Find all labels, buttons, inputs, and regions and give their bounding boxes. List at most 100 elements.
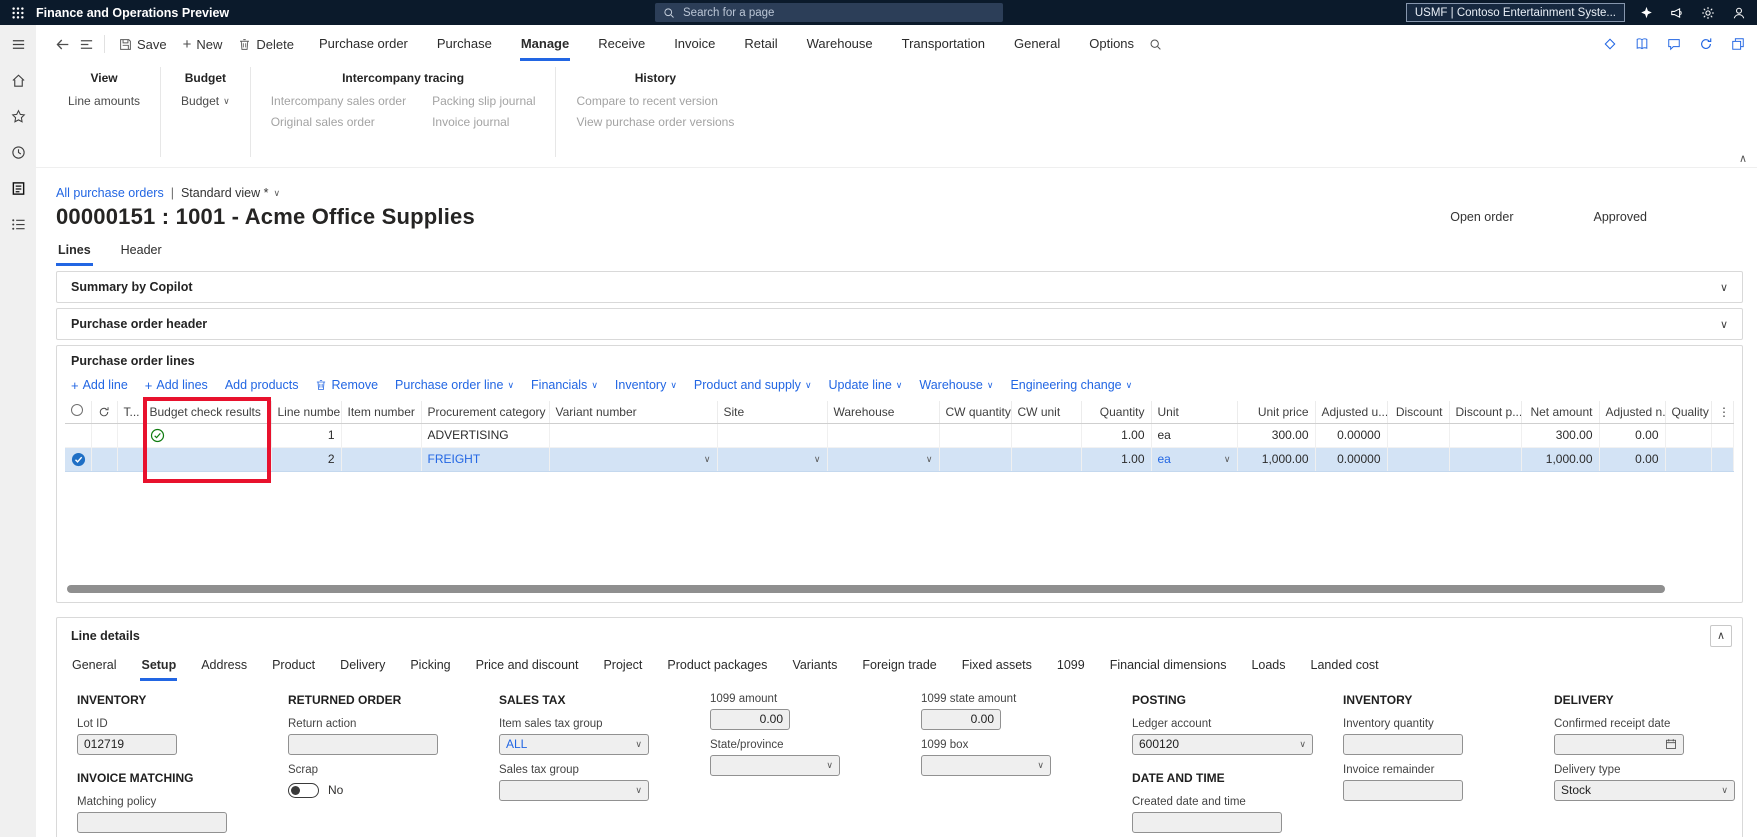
tab-setup[interactable]: Setup	[140, 653, 178, 681]
line-number-cell[interactable]: 1	[271, 423, 342, 448]
purchase-order-header-section[interactable]: Purchase order header ∨	[56, 308, 1743, 340]
quantity-cell[interactable]: 1.00	[1081, 423, 1152, 448]
refresh-column-header[interactable]	[91, 401, 118, 424]
tab-receive[interactable]: Receive	[597, 27, 646, 61]
packing-slip-journal-button[interactable]: Packing slip journal	[432, 94, 535, 108]
current-form-icon[interactable]	[7, 177, 29, 199]
ledger-account-combo[interactable]: 600120 ∨	[1132, 733, 1313, 755]
warehouse-cell[interactable]	[827, 423, 940, 448]
tab-general[interactable]: General	[71, 653, 117, 681]
procurement-category-value[interactable]: FREIGHT	[428, 452, 481, 466]
task-guide-book-icon[interactable]	[1633, 35, 1651, 53]
expand-navigation-icon[interactable]	[74, 32, 98, 56]
item-number-cell[interactable]	[341, 447, 422, 472]
unit-header[interactable]: Unit	[1151, 401, 1238, 424]
chevron-down-icon[interactable]: ∨	[1720, 281, 1728, 294]
tab-foreign-trade[interactable]: Foreign trade	[861, 653, 937, 681]
tab-financial-dimensions[interactable]: Financial dimensions	[1109, 653, 1228, 681]
tab-project[interactable]: Project	[602, 653, 643, 681]
account-icon[interactable]	[1729, 3, 1749, 23]
tab-1099[interactable]: 1099	[1056, 653, 1086, 681]
row-refresh-cell[interactable]	[91, 447, 118, 472]
horizontal-scrollbar[interactable]	[65, 584, 1734, 594]
select-all-header[interactable]	[65, 401, 92, 424]
confirmed-receipt-date-field[interactable]	[1554, 733, 1684, 755]
grid-row-1[interactable]: 1 ADVERTISING 1.00 ea 300.00 0.00000 300…	[65, 423, 1734, 448]
intercompany-sales-order-button[interactable]: Intercompany sales order	[271, 94, 406, 108]
matching-policy-field[interactable]	[77, 811, 227, 833]
tab-fixed-assets[interactable]: Fixed assets	[961, 653, 1033, 681]
discount-cell[interactable]	[1387, 447, 1450, 472]
tab-header[interactable]: Header	[119, 238, 164, 266]
chevron-down-icon[interactable]: ∨	[704, 454, 711, 464]
adjusted-net-amount-cell[interactable]: 0.00	[1599, 447, 1666, 472]
row-refresh-cell[interactable]	[91, 423, 118, 448]
budget-menu-button[interactable]: Budget ∨	[181, 94, 230, 108]
messages-chat-icon[interactable]	[1665, 35, 1683, 53]
view-purchase-order-versions-button[interactable]: View purchase order versions	[576, 115, 734, 129]
add-line-button[interactable]: + Add line	[71, 378, 128, 392]
refresh-icon[interactable]	[1697, 35, 1715, 53]
page-search-box[interactable]	[655, 3, 1003, 22]
tab-product-packages[interactable]: Product packages	[666, 653, 768, 681]
action-search-icon[interactable]	[1149, 38, 1162, 51]
row-type-cell[interactable]	[117, 423, 144, 448]
cw-unit-header[interactable]: CW unit	[1011, 401, 1082, 424]
copilot-sparkle-icon[interactable]	[1636, 3, 1656, 23]
return-action-field[interactable]	[288, 733, 438, 755]
adjusted-net-amount-header[interactable]: Adjusted n...	[1599, 401, 1666, 424]
item-number-cell[interactable]	[341, 423, 422, 448]
cw-quantity-cell[interactable]	[939, 423, 1012, 448]
discount-percent-header[interactable]: Discount p...	[1449, 401, 1522, 424]
warehouse-header[interactable]: Warehouse	[827, 401, 940, 424]
cw-unit-cell[interactable]	[1011, 423, 1082, 448]
restore-window-icon[interactable]	[1729, 35, 1747, 53]
new-button[interactable]: + New	[175, 33, 231, 56]
net-amount-cell[interactable]: 1,000.00	[1521, 447, 1600, 472]
inventory-quantity-field[interactable]	[1343, 733, 1463, 755]
tab-product[interactable]: Product	[271, 653, 316, 681]
update-line-menu[interactable]: Update line ∨	[829, 378, 903, 392]
scrap-toggle[interactable]	[288, 782, 319, 798]
item-sales-tax-group-combo[interactable]: ALL ∨	[499, 733, 649, 755]
environment-badge[interactable]: USMF | Contoso Entertainment Syste...	[1405, 3, 1625, 22]
type-column-header[interactable]: T...	[117, 401, 144, 424]
quantity-header[interactable]: Quantity	[1081, 401, 1152, 424]
procurement-category-cell[interactable]: ADVERTISING	[421, 423, 550, 448]
row-select-cell[interactable]	[65, 447, 92, 472]
cw-quantity-cell[interactable]	[939, 447, 1012, 472]
chevron-down-icon[interactable]: ∨	[926, 454, 933, 464]
settings-gear-icon[interactable]	[1698, 3, 1718, 23]
cw-unit-cell[interactable]	[1011, 447, 1082, 472]
grid-more-options-icon[interactable]: ⋮	[1711, 401, 1734, 424]
remove-button[interactable]: Remove	[315, 378, 378, 392]
site-cell[interactable]: ∨	[717, 447, 828, 472]
item-number-header[interactable]: Item number	[341, 401, 422, 424]
all-purchase-orders-link[interactable]: All purchase orders	[56, 186, 164, 200]
chevron-down-icon[interactable]: ∨	[1224, 454, 1231, 464]
tab-retail[interactable]: Retail	[743, 27, 778, 61]
quality-order-status-header[interactable]: Quality order sta...	[1665, 401, 1712, 424]
financials-menu[interactable]: Financials ∨	[531, 378, 598, 392]
grid-row-2-selected[interactable]: 2 FREIGHT ∨ ∨ ∨ 1.00 ea ∨ 1,000.00 0.000…	[65, 447, 1734, 472]
unit-price-cell[interactable]: 300.00	[1237, 423, 1316, 448]
chevron-down-icon[interactable]: ∨	[814, 454, 821, 464]
collapse-chevron-up-icon[interactable]: ∧	[1710, 624, 1732, 647]
budget-check-cell[interactable]	[143, 447, 272, 472]
original-sales-order-button[interactable]: Original sales order	[271, 115, 406, 129]
engineering-change-menu[interactable]: Engineering change ∨	[1010, 378, 1132, 392]
search-input[interactable]	[681, 5, 995, 20]
invoice-remainder-field[interactable]	[1343, 779, 1463, 801]
lot-id-field[interactable]	[77, 733, 177, 755]
tab-general[interactable]: General	[1013, 27, 1061, 61]
unit-cell[interactable]: ea ∨	[1151, 447, 1238, 472]
unit-price-header[interactable]: Unit price	[1237, 401, 1316, 424]
amount-1099-field[interactable]	[710, 708, 790, 730]
tab-lines[interactable]: Lines	[56, 238, 93, 266]
summary-by-copilot-section[interactable]: Summary by Copilot ∨	[56, 271, 1743, 303]
row-more-cell[interactable]	[1711, 447, 1734, 472]
home-icon[interactable]	[7, 69, 29, 91]
tab-landed-cost[interactable]: Landed cost	[1310, 653, 1380, 681]
net-amount-header[interactable]: Net amount	[1521, 401, 1600, 424]
tab-manage[interactable]: Manage	[519, 27, 571, 61]
